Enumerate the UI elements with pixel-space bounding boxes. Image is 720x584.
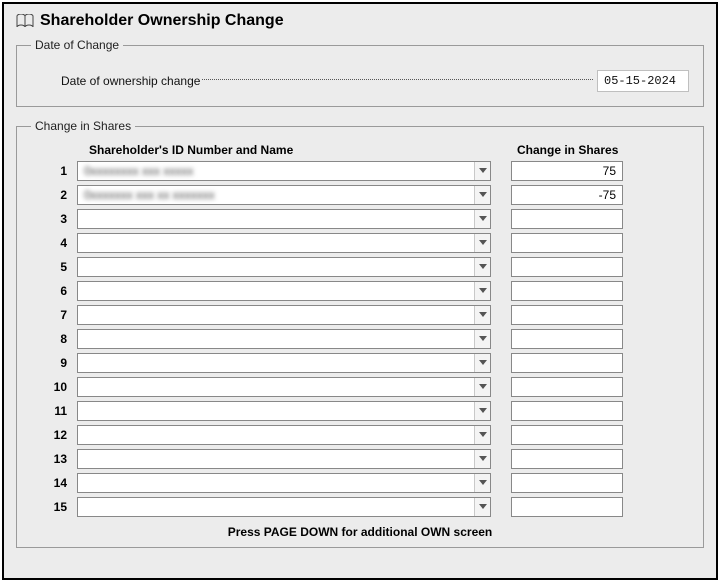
row-number: 15	[31, 500, 77, 514]
row-number: 6	[31, 284, 77, 298]
shareholder-select[interactable]: 0xxxxxxx xxx xx xxxxxxx	[77, 185, 491, 205]
date-input[interactable]	[597, 70, 689, 92]
header-shareholder-id: Shareholder's ID Number and Name	[89, 143, 499, 157]
chevron-down-icon[interactable]	[474, 282, 490, 300]
shareholder-select[interactable]	[77, 497, 491, 517]
table-row: 7	[31, 305, 689, 325]
shareholder-select[interactable]	[77, 329, 491, 349]
table-row: 10xxxxxxxx xxx xxxxx	[31, 161, 689, 181]
book-icon	[16, 14, 34, 28]
row-number: 12	[31, 428, 77, 442]
chevron-down-icon[interactable]	[474, 426, 490, 444]
shareholder-select[interactable]	[77, 377, 491, 397]
shareholder-select[interactable]	[77, 281, 491, 301]
shareholder-select[interactable]	[77, 449, 491, 469]
chevron-down-icon[interactable]	[474, 402, 490, 420]
change-in-shares-input[interactable]	[511, 257, 623, 277]
header-change-in-shares: Change in Shares	[517, 144, 627, 157]
shareholder-select[interactable]	[77, 209, 491, 229]
change-in-shares-input[interactable]	[511, 425, 623, 445]
table-row: 12	[31, 425, 689, 445]
chevron-down-icon[interactable]	[474, 186, 490, 204]
chevron-down-icon[interactable]	[474, 330, 490, 348]
footer-note: Press PAGE DOWN for additional OWN scree…	[31, 525, 689, 539]
row-number: 5	[31, 260, 77, 274]
change-in-shares-input[interactable]	[511, 209, 623, 229]
change-in-shares-input[interactable]	[511, 353, 623, 373]
shareholder-select[interactable]	[77, 257, 491, 277]
table-row: 20xxxxxxx xxx xx xxxxxxx	[31, 185, 689, 205]
date-legend: Date of Change	[31, 38, 123, 52]
dotted-leader	[202, 79, 593, 80]
shareholder-select[interactable]	[77, 353, 491, 373]
change-in-shares-input[interactable]	[511, 281, 623, 301]
chevron-down-icon[interactable]	[474, 378, 490, 396]
table-row: 10	[31, 377, 689, 397]
shareholder-select[interactable]: 0xxxxxxxx xxx xxxxx	[77, 161, 491, 181]
date-label: Date of ownership change	[61, 74, 200, 88]
page-title: Shareholder Ownership Change	[40, 12, 284, 30]
change-in-shares-input[interactable]	[511, 161, 623, 181]
shares-legend: Change in Shares	[31, 119, 135, 133]
table-row: 13	[31, 449, 689, 469]
table-row: 4	[31, 233, 689, 253]
change-in-shares-input[interactable]	[511, 449, 623, 469]
change-in-shares-input[interactable]	[511, 497, 623, 517]
change-in-shares-group: Change in Shares Shareholder's ID Number…	[16, 119, 704, 548]
change-in-shares-input[interactable]	[511, 185, 623, 205]
chevron-down-icon[interactable]	[474, 234, 490, 252]
table-row: 8	[31, 329, 689, 349]
row-number: 3	[31, 212, 77, 226]
change-in-shares-input[interactable]	[511, 233, 623, 253]
shareholder-select[interactable]	[77, 425, 491, 445]
row-number: 13	[31, 452, 77, 466]
chevron-down-icon[interactable]	[474, 306, 490, 324]
row-number: 7	[31, 308, 77, 322]
row-number: 8	[31, 332, 77, 346]
shareholder-select[interactable]	[77, 401, 491, 421]
chevron-down-icon[interactable]	[474, 450, 490, 468]
title-bar: Shareholder Ownership Change	[16, 12, 704, 30]
chevron-down-icon[interactable]	[474, 354, 490, 372]
table-row: 15	[31, 497, 689, 517]
row-number: 2	[31, 188, 77, 202]
row-number: 10	[31, 380, 77, 394]
grid-body: 10xxxxxxxx xxx xxxxx20xxxxxxx xxx xx xxx…	[31, 161, 689, 517]
table-row: 3	[31, 209, 689, 229]
table-row: 14	[31, 473, 689, 493]
chevron-down-icon[interactable]	[474, 162, 490, 180]
row-number: 4	[31, 236, 77, 250]
row-number: 1	[31, 164, 77, 178]
shareholder-select[interactable]	[77, 305, 491, 325]
chevron-down-icon[interactable]	[474, 498, 490, 516]
change-in-shares-input[interactable]	[511, 305, 623, 325]
date-of-change-group: Date of Change Date of ownership change	[16, 38, 704, 107]
chevron-down-icon[interactable]	[474, 210, 490, 228]
row-number: 14	[31, 476, 77, 490]
table-row: 11	[31, 401, 689, 421]
table-row: 6	[31, 281, 689, 301]
table-row: 5	[31, 257, 689, 277]
date-row: Date of ownership change	[31, 70, 689, 92]
shareholder-select-value: 0xxxxxxxx xxx xxxxx	[78, 164, 474, 178]
change-in-shares-input[interactable]	[511, 401, 623, 421]
row-number: 9	[31, 356, 77, 370]
change-in-shares-input[interactable]	[511, 473, 623, 493]
chevron-down-icon[interactable]	[474, 474, 490, 492]
shareholder-select[interactable]	[77, 233, 491, 253]
grid-headers: Shareholder's ID Number and Name Change …	[89, 143, 689, 157]
change-in-shares-input[interactable]	[511, 329, 623, 349]
table-row: 9	[31, 353, 689, 373]
change-in-shares-input[interactable]	[511, 377, 623, 397]
shareholder-select-value: 0xxxxxxx xxx xx xxxxxxx	[78, 188, 474, 202]
chevron-down-icon[interactable]	[474, 258, 490, 276]
row-number: 11	[31, 404, 77, 418]
main-window: Shareholder Ownership Change Date of Cha…	[2, 2, 718, 580]
shareholder-select[interactable]	[77, 473, 491, 493]
